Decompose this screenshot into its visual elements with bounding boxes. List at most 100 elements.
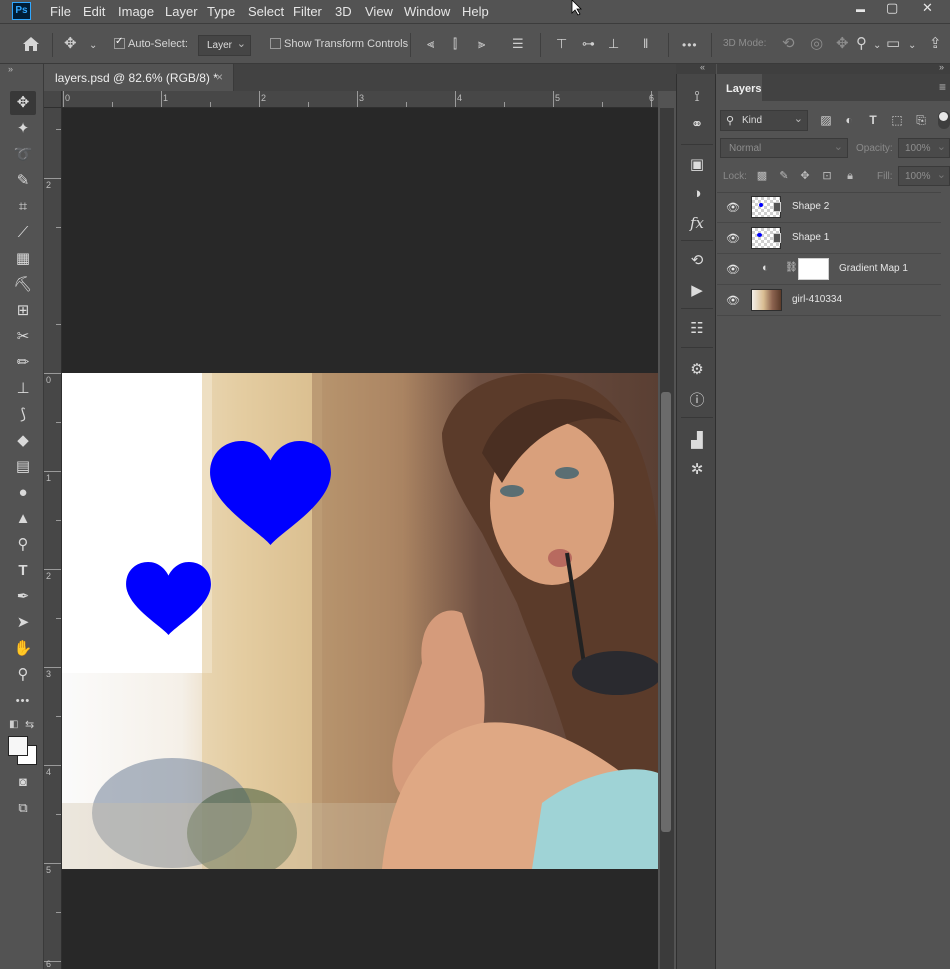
more-options-button[interactable]: ••• <box>682 36 698 54</box>
collapse-panel-icon[interactable]: » <box>939 62 944 72</box>
info-panel-icon[interactable]: ⓘ <box>686 390 708 412</box>
swap-colors-icon[interactable]: ⇆ <box>25 718 34 731</box>
move-tool-preset-icon[interactable]: ✥ <box>64 35 77 53</box>
align-bottom-icon[interactable]: ⊥ <box>608 35 619 53</box>
layers-tab[interactable]: Layers <box>717 74 762 101</box>
3d-roll-icon[interactable]: ◎ <box>810 35 823 53</box>
layer-name[interactable]: Shape 2 <box>792 201 829 212</box>
restore-button[interactable]: ▢ <box>886 0 898 16</box>
visibility-eye-icon[interactable]: 👁︎ <box>726 263 740 276</box>
layer-name[interactable]: Shape 1 <box>792 232 829 243</box>
minimize-button[interactable]: ▬ <box>856 4 865 14</box>
lock-position-icon[interactable]: ✥ <box>798 169 812 183</box>
pen-tool-icon[interactable]: ✒ <box>10 585 36 609</box>
3d-pan-icon[interactable]: ✥ <box>836 35 849 53</box>
heart-shape-1[interactable] <box>126 562 211 635</box>
align-top-icon[interactable]: ⊤ <box>556 35 567 53</box>
close-tab-icon[interactable]: × <box>216 70 223 84</box>
foreground-color-swatch[interactable] <box>8 736 28 756</box>
artboard-tool-icon[interactable]: ✦ <box>10 117 36 141</box>
menu-select[interactable]: Select <box>248 4 284 19</box>
blur-tool-icon[interactable]: ● <box>10 481 36 505</box>
layer-name[interactable]: Gradient Map 1 <box>839 263 908 274</box>
auto-select-checkbox[interactable] <box>114 36 125 49</box>
quick-selection-tool-icon[interactable]: ✎ <box>10 169 36 193</box>
libraries-panel-icon[interactable]: ▣ <box>686 154 708 176</box>
styles-panel-icon[interactable]: fx <box>686 212 708 234</box>
fill-field[interactable]: 100% ⌄ <box>898 166 950 186</box>
align-left-icon[interactable]: ⫷ <box>427 35 434 53</box>
pencil-tool-icon[interactable]: ✏ <box>10 351 36 375</box>
layer-mask-thumbnail[interactable] <box>798 258 829 280</box>
menu-filter[interactable]: Filter <box>293 4 322 19</box>
layer-filter-dropdown[interactable]: ⚲ Kind ⌄ <box>720 110 808 131</box>
lasso-tool-icon[interactable]: ➰ <box>10 143 36 167</box>
visibility-eye-icon[interactable]: 👁︎ <box>726 294 740 307</box>
distribute-vertical-icon[interactable]: ‖ <box>643 35 648 53</box>
chevron-down-icon[interactable]: ⌄ <box>873 37 881 55</box>
filter-pixel-icon[interactable]: ▨ <box>819 113 833 127</box>
chevron-down-icon[interactable]: ⌄ <box>89 37 97 55</box>
panel-menu-icon[interactable]: ≡ <box>939 80 946 94</box>
adjustments-panel-icon[interactable]: ◑ <box>686 183 708 205</box>
menu-help[interactable]: Help <box>462 4 489 19</box>
menu-image[interactable]: Image <box>118 4 154 19</box>
path-selection-tool-icon[interactable]: ➤ <box>10 611 36 635</box>
document-tab[interactable]: layers.psd @ 82.6% (RGB/8) * × <box>44 64 234 91</box>
visibility-eye-icon[interactable]: 👁︎ <box>726 201 740 214</box>
history-brush-tool-icon[interactable]: ✂ <box>10 325 36 349</box>
blend-mode-dropdown[interactable]: Normal ⌄ <box>720 138 848 158</box>
default-colors-icon[interactable]: ◧ <box>9 719 18 730</box>
gradient-tool-icon[interactable]: ▤ <box>10 455 36 479</box>
lock-all-icon[interactable]: 🔒︎ <box>843 169 857 183</box>
panel-collapse-bar[interactable]: » <box>717 62 950 74</box>
filter-shape-icon[interactable]: ⬚ <box>890 113 904 127</box>
histogram-panel-icon[interactable]: ▟ <box>686 430 708 452</box>
properties-panel-icon[interactable]: ⚙ <box>686 359 708 381</box>
move-tool-icon[interactable]: ✥ <box>10 91 36 115</box>
menu-file[interactable]: File <box>50 4 71 19</box>
crop-tool-icon[interactable]: ⌗ <box>10 195 36 219</box>
lock-image-pixels-icon[interactable]: ✎ <box>777 169 791 183</box>
actions-panel-icon[interactable]: ▶ <box>686 280 708 302</box>
lock-artboard-icon[interactable]: ⊡ <box>820 169 834 183</box>
vertical-scrollbar-thumb[interactable] <box>661 392 671 832</box>
layer-name[interactable]: girl-410334 <box>792 294 842 305</box>
align-right-icon[interactable]: ⫸ <box>478 35 485 53</box>
align-center-icon[interactable]: ⫿ <box>453 35 457 53</box>
search-icon[interactable]: ⚲ <box>856 35 867 53</box>
paragraph-panel-icon[interactable]: ☷ <box>686 318 708 340</box>
collapse-panel-icon[interactable]: » <box>8 64 13 74</box>
paths-panel-icon[interactable]: ⟟ <box>686 86 708 108</box>
sharpen-tool-icon[interactable]: ▲ <box>10 507 36 531</box>
show-transform-checkbox[interactable] <box>270 38 281 49</box>
quick-mask-icon[interactable]: ◙ <box>10 770 36 794</box>
edit-toolbar-icon[interactable]: ••• <box>10 689 36 713</box>
menu-view[interactable]: View <box>365 4 393 19</box>
filter-toggle-switch[interactable] <box>938 111 950 129</box>
link-icon[interactable]: ⛓ <box>785 262 798 273</box>
zoom-tool-icon[interactable]: ⚲ <box>10 663 36 687</box>
channels-panel-icon[interactable]: ⚭ <box>686 114 708 136</box>
layer-row-shape-2[interactable]: 👁︎ Shape 2 <box>717 192 941 223</box>
menu-edit[interactable]: Edit <box>83 4 105 19</box>
navigator-panel-icon[interactable]: ✲ <box>686 459 708 481</box>
dodge-tool-icon[interactable]: ⚲ <box>10 533 36 557</box>
canvas-image[interactable] <box>62 373 658 869</box>
auto-select-target-dropdown[interactable]: Layer <box>198 35 251 56</box>
filter-smart-object-icon[interactable]: ⎘ <box>914 113 928 127</box>
layer-row-girl-410334[interactable]: 👁︎ girl-410334 <box>717 285 941 316</box>
canvas-workspace[interactable] <box>62 108 658 969</box>
workspace-switcher-icon[interactable]: ▭ <box>886 35 900 53</box>
menu-layer[interactable]: Layer <box>165 4 198 19</box>
share-icon[interactable]: ⇪ <box>929 35 942 53</box>
chevron-down-icon[interactable]: ⌄ <box>908 37 916 55</box>
type-tool-icon[interactable]: T <box>10 559 36 583</box>
3d-orbit-icon[interactable]: ⟲ <box>782 35 795 53</box>
ruler-corner[interactable] <box>44 91 62 108</box>
distribute-icon[interactable]: ☰ <box>512 35 524 53</box>
close-button[interactable]: ✕ <box>922 0 933 16</box>
opacity-field[interactable]: 100% ⌄ <box>898 138 950 158</box>
history-panel-icon[interactable]: ⟲ <box>686 250 708 272</box>
screen-mode-icon[interactable]: ⧉ <box>10 796 36 820</box>
